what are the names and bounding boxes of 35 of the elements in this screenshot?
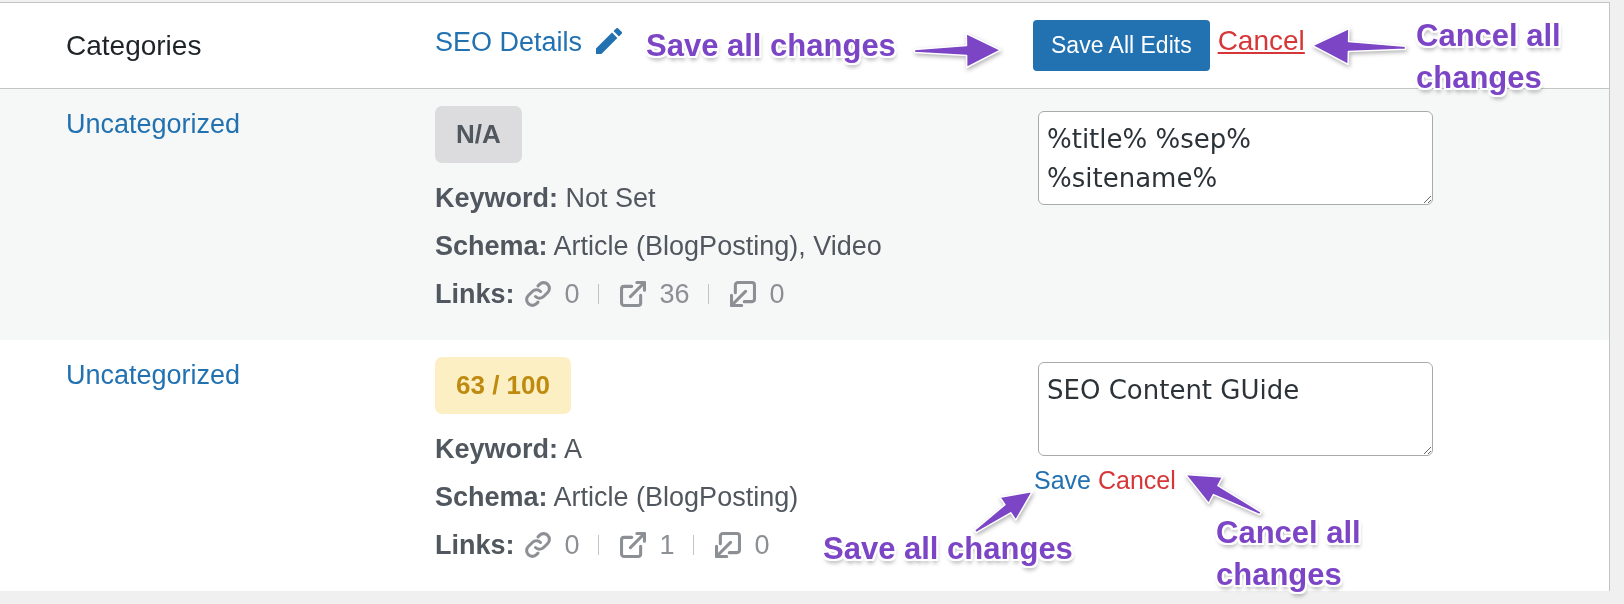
link-count: 0 (564, 529, 580, 561)
arrow-into-box-icon (729, 281, 756, 307)
seo-title-field[interactable]: %title% %sep% %sitename% (1038, 111, 1433, 205)
links-label: Links: (435, 278, 515, 310)
seo-score-badge: 63 / 100 (435, 357, 571, 414)
schema-text: Schema: Article (BlogPosting) (435, 481, 799, 514)
annotation-text: Cancel all changes (1216, 514, 1362, 594)
focus-keyword-text: Keyword: A (435, 433, 583, 466)
seo-title-field[interactable]: SEO Content GUide (1038, 362, 1433, 456)
column-heading-link[interactable]: SEO Details (435, 23, 583, 60)
category-link[interactable]: Uncategorized (66, 360, 241, 390)
link-count: 36 (659, 278, 690, 310)
arrow-out-of-box-icon (619, 281, 646, 307)
arrow-out-of-box-icon (619, 532, 646, 558)
link-count: 0 (754, 529, 770, 561)
seo-score-badge: N/A (435, 106, 522, 163)
cancel-link[interactable]: Cancel (1098, 462, 1176, 498)
save-all-edits-button[interactable]: Save All Edits (1033, 20, 1210, 71)
link-count: 0 (769, 278, 785, 310)
chain-link-icon (524, 532, 551, 558)
cancel-link[interactable]: Cancel (1217, 24, 1305, 57)
save-link[interactable]: Save (1034, 462, 1091, 498)
annotation-text: Save all changes (646, 27, 896, 65)
schema-text: Schema: Article (BlogPosting), Video (435, 230, 882, 263)
arrow-into-box-icon (714, 532, 741, 558)
link-count: 0 (564, 278, 580, 310)
link-count: 1 (659, 529, 675, 561)
chain-link-icon (524, 281, 551, 307)
column-heading: Categories (66, 28, 202, 63)
annotation-text: Cancel all changes (1416, 17, 1562, 97)
focus-keyword-text: Keyword: Not Set (435, 182, 656, 215)
links-label: Links: (435, 529, 515, 561)
annotation-text: Save all changes (823, 530, 1073, 568)
category-link[interactable]: Uncategorized (66, 109, 241, 139)
pencil-icon[interactable] (596, 27, 623, 54)
